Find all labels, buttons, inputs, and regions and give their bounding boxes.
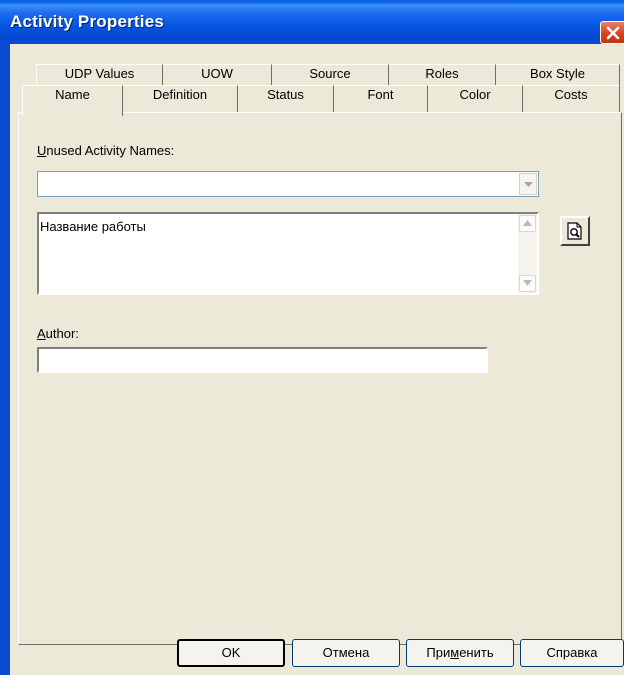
access-key: U bbox=[37, 143, 47, 158]
tab-color[interactable]: Color bbox=[428, 85, 523, 113]
dropdown-arrow-icon bbox=[524, 182, 533, 187]
tab-label: Costs bbox=[554, 87, 588, 102]
apply-button[interactable]: Применить bbox=[406, 639, 514, 667]
tab-label: Box Style bbox=[530, 66, 585, 81]
access-key: A bbox=[37, 326, 46, 341]
title-bar[interactable]: Activity Properties bbox=[0, 0, 624, 44]
close-button[interactable] bbox=[600, 21, 624, 44]
tab-uow[interactable]: UOW bbox=[163, 64, 272, 85]
author-field[interactable] bbox=[37, 347, 488, 373]
author-label: Author: bbox=[37, 326, 79, 341]
cancel-button[interactable]: Отмена bbox=[292, 639, 400, 667]
tab-label: Status bbox=[267, 87, 304, 102]
help-button[interactable]: Справка bbox=[520, 639, 624, 667]
button-text: При bbox=[426, 645, 451, 660]
tab-label: Color bbox=[459, 87, 491, 102]
activity-properties-dialog: Activity Properties UDP Values UOW Sourc… bbox=[0, 0, 624, 675]
tab-label: Definition bbox=[152, 87, 208, 102]
button-text: енить bbox=[459, 645, 494, 660]
scroll-up-button[interactable] bbox=[519, 215, 536, 232]
tab-label: UDP Values bbox=[64, 66, 135, 81]
scroll-down-button[interactable] bbox=[519, 275, 536, 292]
vertical-scrollbar[interactable] bbox=[518, 214, 537, 293]
preview-icon bbox=[567, 222, 582, 240]
preview-button[interactable] bbox=[560, 216, 590, 246]
tab-definition[interactable]: Definition bbox=[123, 85, 238, 113]
tab-font[interactable]: Font bbox=[334, 85, 428, 113]
tab-label: Source bbox=[309, 66, 351, 81]
unused-activity-names-label: Unused Activity Names: bbox=[37, 143, 174, 158]
access-key: м bbox=[450, 645, 460, 660]
activity-name-text: Название работы bbox=[40, 219, 146, 234]
window-title: Activity Properties bbox=[10, 12, 165, 31]
combo-dropdown-button[interactable] bbox=[519, 173, 537, 195]
tab-box-style[interactable]: Box Style bbox=[496, 64, 620, 85]
tab-status[interactable]: Status bbox=[238, 85, 334, 113]
unused-activity-names-combo[interactable] bbox=[37, 171, 539, 197]
tab-label: Name bbox=[55, 87, 90, 102]
tab-label: UOW bbox=[201, 66, 233, 81]
tab-udp-values[interactable]: UDP Values bbox=[36, 64, 163, 85]
tab-costs[interactable]: Costs bbox=[523, 85, 620, 113]
tab-label: Roles bbox=[425, 66, 459, 81]
label-text: uthor: bbox=[45, 326, 79, 341]
activity-name-textarea[interactable]: Название работы bbox=[37, 212, 539, 295]
window-frame-left bbox=[0, 44, 10, 675]
scroll-up-icon bbox=[523, 220, 532, 226]
scroll-down-icon bbox=[523, 280, 532, 286]
tab-name[interactable]: Name bbox=[22, 85, 123, 116]
label-text: nused Activity Names: bbox=[46, 143, 175, 158]
tab-source[interactable]: Source bbox=[272, 64, 389, 85]
close-icon bbox=[606, 26, 620, 40]
tab-roles[interactable]: Roles bbox=[389, 64, 496, 85]
ok-button[interactable]: OK bbox=[177, 639, 285, 667]
tab-label: Font bbox=[367, 87, 394, 102]
